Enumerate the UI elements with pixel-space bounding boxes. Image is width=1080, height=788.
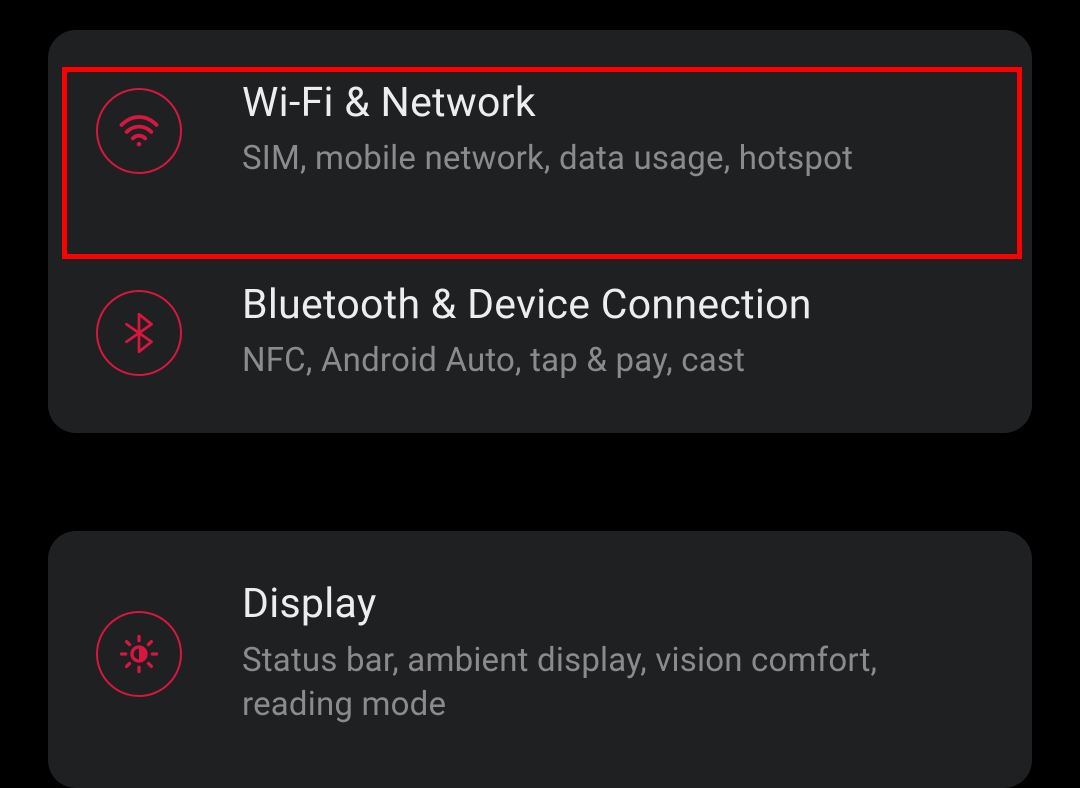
settings-item-title: Display [242, 581, 976, 628]
settings-item-subtitle: SIM, mobile network, data usage, hotspot [242, 137, 976, 182]
settings-item-title: Bluetooth & Device Connection [242, 282, 976, 329]
display-icon [96, 611, 182, 697]
settings-item-subtitle: NFC, Android Auto, tap & pay, cast [242, 339, 976, 384]
settings-item-display[interactable]: Display Status bar, ambient display, vis… [48, 531, 1032, 787]
bluetooth-icon [96, 290, 182, 376]
settings-item-wifi-network[interactable]: Wi-Fi & Network SIM, mobile network, dat… [48, 30, 1032, 232]
settings-item-title: Wi-Fi & Network [242, 80, 976, 127]
settings-item-text: Bluetooth & Device Connection NFC, Andro… [242, 282, 976, 384]
settings-item-text: Display Status bar, ambient display, vis… [242, 581, 976, 727]
settings-item-subtitle: Status bar, ambient display, vision comf… [242, 639, 976, 728]
settings-item-bluetooth[interactable]: Bluetooth & Device Connection NFC, Andro… [48, 232, 1032, 434]
settings-card-connections: Wi-Fi & Network SIM, mobile network, dat… [48, 30, 1032, 433]
settings-card-display: Display Status bar, ambient display, vis… [48, 531, 1032, 787]
settings-item-text: Wi-Fi & Network SIM, mobile network, dat… [242, 80, 976, 182]
wifi-icon [96, 88, 182, 174]
